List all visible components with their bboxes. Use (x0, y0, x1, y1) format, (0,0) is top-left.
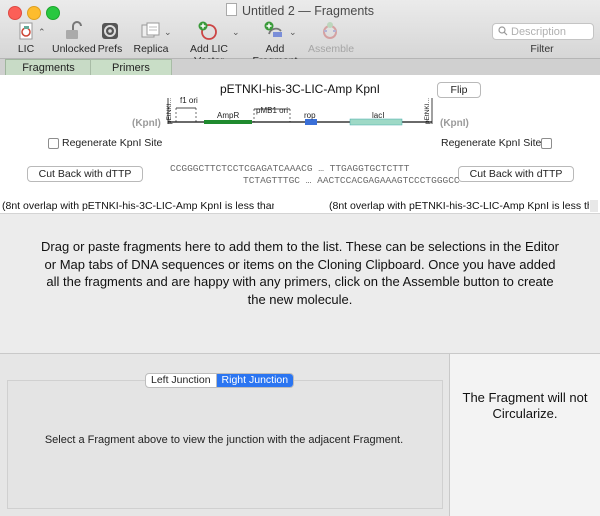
laci-label: lacI (372, 111, 385, 120)
filter-input[interactable] (511, 24, 589, 39)
pmb1-ori-label: pMB1 ori (256, 106, 289, 115)
filter-search-field[interactable] (492, 23, 594, 40)
lic-button[interactable]: LIC ⌃ (10, 21, 46, 55)
cut-back-right-button[interactable]: Cut Back with dTTP (458, 166, 574, 182)
window-title: Untitled 2 — Fragments (0, 3, 600, 18)
ampr-feature[interactable] (204, 120, 252, 124)
fragment-map[interactable] (160, 94, 440, 130)
chevron-updown-icon: ⌃ (38, 27, 46, 37)
drop-instructions: Drag or paste fragments here to add them… (41, 239, 559, 307)
sequence-bottom-strand: TCTAGTTTGC … AACTCCACGAGAAAGTCCCTGGGCC (243, 175, 460, 186)
junction-message: Select a Fragment above to view the junc… (44, 434, 404, 446)
right-junction-segment[interactable]: Right Junction (216, 374, 294, 387)
sequence-top-strand: CCGGGCTTCTCCTCGAGATCAAACG … TTGAGGTGCTCT… (170, 163, 410, 174)
unlocked-padlock-icon (52, 21, 94, 41)
replica-button[interactable]: Replica ⌄ (130, 21, 172, 55)
cut-back-left-button[interactable]: Cut Back with dTTP (27, 166, 143, 182)
overlap-warning-left: (8nt overlap with pETNKI-his-3C-LIC-Amp … (2, 200, 274, 212)
flip-button[interactable]: Flip (437, 82, 481, 98)
horizontal-scrollbar[interactable] (590, 200, 598, 212)
regenerate-right-checkbox[interactable] (541, 138, 552, 149)
left-end-label: pEtNKI... (166, 98, 173, 125)
chevron-down-icon: ⌄ (232, 27, 240, 37)
chevron-down-icon: ⌄ (289, 27, 297, 37)
circularize-status: The Fragment will not Circularize. (462, 390, 588, 421)
overlap-warning-right: (8nt overlap with pETNKI-his-3C-LIC-Amp … (329, 200, 589, 212)
ampr-label: AmpR (217, 111, 240, 120)
filter-label: Filter (530, 43, 554, 55)
tab-fragments[interactable]: Fragments (5, 59, 92, 75)
search-icon (498, 26, 508, 39)
junction-segmented-control[interactable]: Left Junction Right Junction (145, 373, 295, 388)
right-end-label: pEtNKI... (424, 98, 431, 125)
add-fragment-icon (244, 21, 306, 41)
rop-label: rop (304, 111, 316, 120)
left-kpni-site: (KpnI) (132, 118, 161, 129)
left-junction-segment[interactable]: Left Junction (146, 374, 217, 387)
regenerate-left-label: Regenerate KpnI Site (62, 137, 163, 149)
right-kpni-site: (KpnI) (440, 118, 469, 129)
chevron-down-icon: ⌄ (164, 27, 172, 37)
f1-ori-label: f1 ori (180, 96, 198, 105)
regenerate-left-checkbox[interactable] (48, 138, 59, 149)
assemble-button[interactable]: Assemble (308, 21, 354, 55)
prefs-button[interactable]: Prefs (95, 21, 125, 55)
document-icon (226, 3, 237, 16)
circularize-pane (450, 354, 600, 516)
assemble-icon (308, 21, 352, 41)
regenerate-right-label: Regenerate KpnI Site (441, 137, 542, 149)
unlocked-button[interactable]: Unlocked (52, 21, 96, 55)
gear-icon (95, 21, 125, 41)
tab-primers[interactable]: Primers (90, 59, 172, 75)
